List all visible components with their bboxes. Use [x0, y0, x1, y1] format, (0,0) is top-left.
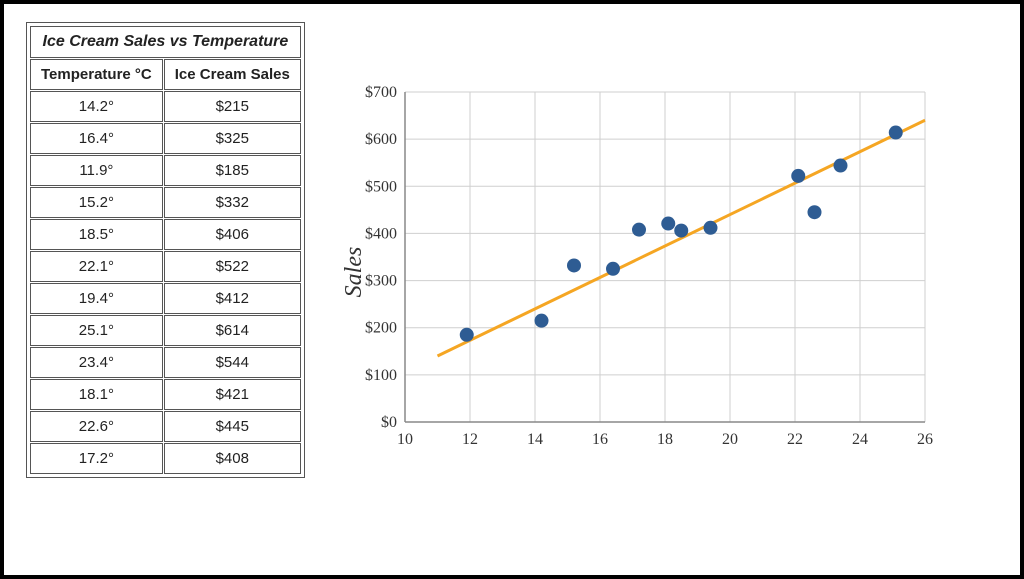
- table-row: 18.1°$421: [30, 379, 301, 410]
- cell-sales: $445: [164, 411, 301, 442]
- table-row: 15.2°$332: [30, 187, 301, 218]
- table-row: 22.6°$445: [30, 411, 301, 442]
- x-tick-label: 22: [787, 431, 803, 448]
- cell-temp: 15.2°: [30, 187, 163, 218]
- data-point: [674, 224, 688, 238]
- x-tick-label: 26: [917, 431, 933, 448]
- table-row: 17.2°$408: [30, 443, 301, 474]
- table-title: Ice Cream Sales vs Temperature: [30, 26, 301, 58]
- cell-temp: 25.1°: [30, 315, 163, 346]
- cell-temp: 19.4°: [30, 283, 163, 314]
- cell-sales: $406: [164, 219, 301, 250]
- cell-temp: 17.2°: [30, 443, 163, 474]
- y-tick-label: $400: [365, 225, 397, 242]
- cell-temp: 22.1°: [30, 251, 163, 282]
- x-tick-label: 14: [527, 431, 543, 448]
- cell-sales: $614: [164, 315, 301, 346]
- data-table-wrap: Ice Cream Sales vs Temperature Temperatu…: [26, 22, 305, 478]
- data-point: [703, 221, 717, 235]
- x-tick-label: 12: [462, 431, 478, 448]
- cell-temp: 23.4°: [30, 347, 163, 378]
- x-tick-label: 24: [852, 431, 868, 448]
- data-point: [534, 314, 548, 328]
- cell-sales: $185: [164, 155, 301, 186]
- figure-container: Ice Cream Sales vs Temperature Temperatu…: [0, 0, 1024, 579]
- table-row: 25.1°$614: [30, 315, 301, 346]
- table-row: 11.9°$185: [30, 155, 301, 186]
- y-tick-label: $0: [381, 414, 397, 431]
- table-row: 18.5°$406: [30, 219, 301, 250]
- cell-temp: 18.5°: [30, 219, 163, 250]
- cell-temp: 14.2°: [30, 91, 163, 122]
- table-row: 14.2°$215: [30, 91, 301, 122]
- y-axis-label: Sales: [341, 247, 368, 298]
- y-tick-label: $500: [365, 178, 397, 195]
- data-point: [661, 217, 675, 231]
- x-tick-label: 16: [592, 431, 608, 448]
- data-point: [833, 159, 847, 173]
- cell-sales: $215: [164, 91, 301, 122]
- cell-temp: 18.1°: [30, 379, 163, 410]
- table-row: 23.4°$544: [30, 347, 301, 378]
- cell-sales: $522: [164, 251, 301, 282]
- data-table: Ice Cream Sales vs Temperature Temperatu…: [29, 25, 302, 475]
- data-point: [632, 223, 646, 237]
- trend-line: [437, 120, 925, 356]
- cell-temp: 22.6°: [30, 411, 163, 442]
- x-tick-label: 18: [657, 431, 673, 448]
- col-header-temp: Temperature °C: [30, 59, 163, 90]
- y-tick-label: $300: [365, 273, 397, 290]
- y-tick-label: $100: [365, 367, 397, 384]
- cell-sales: $412: [164, 283, 301, 314]
- chart-svg: 10 12 14 16 18 20 22 24 26 $0 $100 $200 $300 $400 $500…: [335, 82, 935, 462]
- cell-sales: $325: [164, 123, 301, 154]
- data-point: [606, 262, 620, 276]
- x-tick-label: 20: [722, 431, 738, 448]
- cell-sales: $421: [164, 379, 301, 410]
- y-tick-label: $600: [365, 131, 397, 148]
- cell-temp: 16.4°: [30, 123, 163, 154]
- y-tick-label: $700: [365, 84, 397, 101]
- data-point: [807, 205, 821, 219]
- cell-sales: $332: [164, 187, 301, 218]
- x-tick-label: 10: [397, 431, 413, 448]
- table-row: 22.1°$522: [30, 251, 301, 282]
- cell-temp: 11.9°: [30, 155, 163, 186]
- data-point: [567, 258, 581, 272]
- scatter-chart: Sales 10 12 14 16 18 20 22 24 26 $0 $100 $200 $300 $4…: [335, 82, 998, 462]
- cell-sales: $408: [164, 443, 301, 474]
- table-row: 16.4°$325: [30, 123, 301, 154]
- col-header-sales: Ice Cream Sales: [164, 59, 301, 90]
- data-point: [889, 126, 903, 140]
- cell-sales: $544: [164, 347, 301, 378]
- table-row: 19.4°$412: [30, 283, 301, 314]
- data-point: [791, 169, 805, 183]
- data-point: [460, 328, 474, 342]
- y-tick-label: $200: [365, 320, 397, 337]
